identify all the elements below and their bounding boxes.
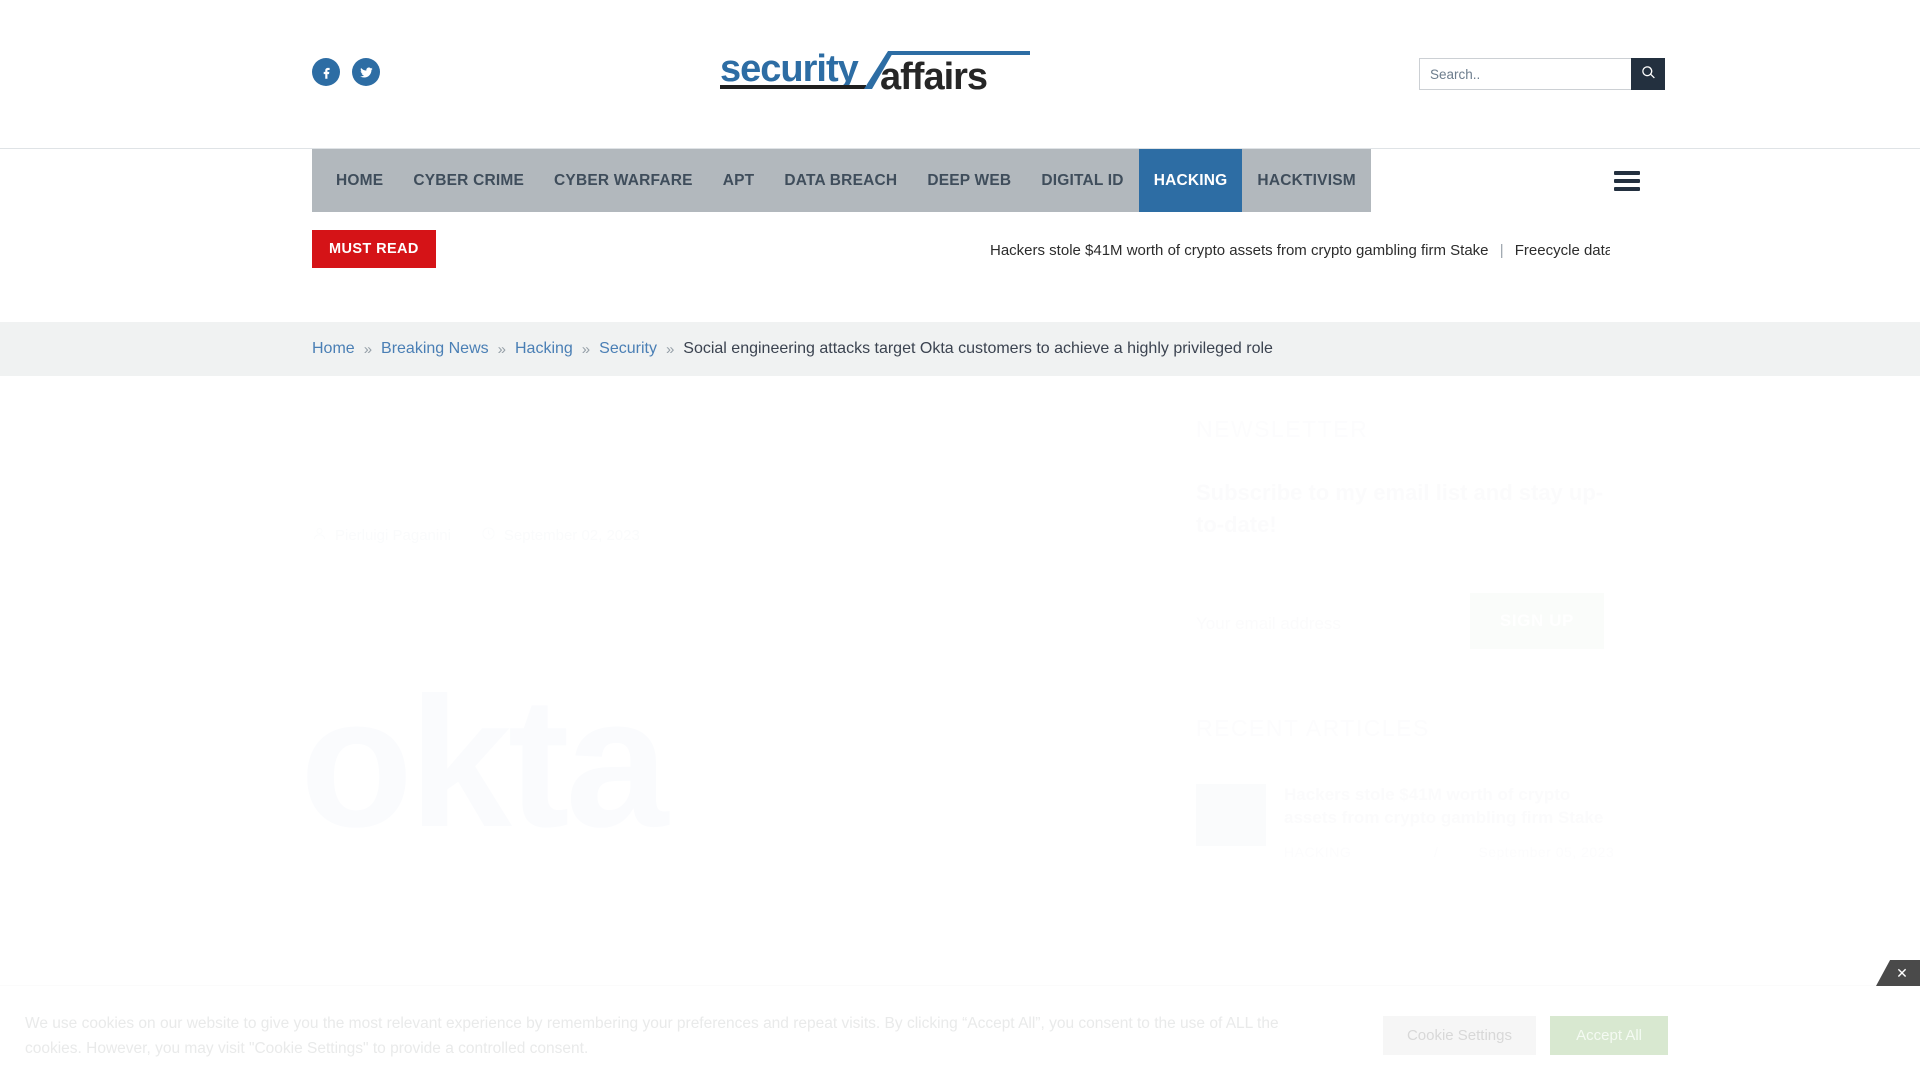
search-icon <box>1641 65 1656 83</box>
svg-text:security: security <box>720 48 859 90</box>
nav-bar: HOME CYBER CRIME CYBER WARFARE APT DATA … <box>312 149 1371 213</box>
hamburger-bar <box>1614 187 1640 191</box>
article-author: Pierluigi Paganini <box>312 526 451 545</box>
svg-text:okta: okta <box>300 676 671 846</box>
recent-article-date: September 05, 2023 <box>1478 843 1615 860</box>
page-content: Social engineering attacks target Okta c… <box>0 376 1920 1026</box>
breadcrumb-item-hacking[interactable]: Hacking <box>515 340 573 358</box>
facebook-icon[interactable] <box>312 58 340 86</box>
breadcrumb-separator: » <box>581 340 591 358</box>
breadcrumb-item-home[interactable]: Home <box>312 340 355 358</box>
hamburger-bar <box>1614 171 1640 175</box>
social-links <box>312 58 380 86</box>
nav-item-deep-web[interactable]: DEEP WEB <box>912 149 1026 213</box>
article-meta: Pierluigi Paganini September 02, 2023 <box>312 526 1102 545</box>
search-form <box>1419 58 1665 90</box>
nav-item-hacking[interactable]: HACKING <box>1138 149 1243 213</box>
site-header: security affairs <box>0 0 1920 148</box>
ticker-headlines: Hackers stole $41M worth of crypto asset… <box>990 242 1610 259</box>
ticker-separator: | <box>1499 242 1504 259</box>
breadcrumb-current: Social engineering attacks target Okta c… <box>683 340 1273 357</box>
nav-item-home[interactable]: HOME <box>312 149 398 213</box>
twitter-icon[interactable] <box>352 58 380 86</box>
breadcrumb-separator: » <box>665 340 675 358</box>
cookie-banner-text: We use cookies on our website to give yo… <box>25 1015 1279 1057</box>
user-icon <box>312 526 327 545</box>
newsletter-heading: NEWSLETTER <box>1196 416 1369 442</box>
article-column: Social engineering attacks target Okta c… <box>312 416 1102 545</box>
newsletter-subheading: Subscribe to my email list and stay up-t… <box>1196 480 1604 537</box>
must-read-ticker: MUST READ Hackers stole $41M worth of cr… <box>0 212 1920 322</box>
nav-item-cyber-warfare[interactable]: CYBER WARFARE <box>539 149 708 213</box>
nav-item-cyber-crime[interactable]: CYBER CRIME <box>398 149 539 213</box>
ticker-headline[interactable]: Hackers stole $41M worth of crypto asset… <box>990 242 1489 259</box>
nav-item-hacktivism[interactable]: HACKTIVISM <box>1242 149 1370 213</box>
recent-articles-heading: RECENT ARTICLES <box>1196 714 1430 741</box>
clock-icon <box>481 526 496 545</box>
nav-item-digital-id[interactable]: DIGITAL ID <box>1026 149 1138 213</box>
accept-all-button[interactable]: Accept All <box>1550 1016 1668 1055</box>
recent-article-body: Hackers stole $41M worth of crypto asset… <box>1284 784 1616 860</box>
breadcrumb: Home » Breaking News » Hacking » Securit… <box>0 322 1920 376</box>
hamburger-icon[interactable] <box>1614 171 1640 191</box>
article-author-name: Pierluigi Paganini <box>335 527 451 544</box>
breadcrumb-item-security[interactable]: Security <box>599 340 657 358</box>
newsletter-signup-button[interactable]: SIGN UP <box>1469 592 1604 649</box>
hamburger-bar <box>1614 179 1640 183</box>
newsletter-form: SIGN UP <box>1196 592 1616 655</box>
nav-item-data-breach[interactable]: DATA BREACH <box>769 149 912 213</box>
recent-article-meta: HACKING / September 05, 2023 <box>1284 844 1616 860</box>
list-item[interactable]: Hackers stole $41M worth of crypto asset… <box>1196 783 1616 860</box>
breadcrumb-item-breaking-news[interactable]: Breaking News <box>381 340 489 358</box>
breadcrumb-separator: » <box>497 340 506 358</box>
nav-item-apt[interactable]: APT <box>708 149 770 213</box>
search-input[interactable] <box>1419 58 1631 90</box>
recent-meta-separator: / <box>1434 843 1439 860</box>
svg-text:affairs: affairs <box>880 56 987 97</box>
cookie-consent-banner: ✕ We use cookies on our website to give … <box>0 960 1920 1080</box>
site-logo[interactable]: security affairs <box>720 45 1030 98</box>
ticker-headline[interactable]: Freecycle data <box>1515 242 1610 259</box>
sidebar: NEWSLETTER Subscribe to my email list an… <box>1196 416 1616 860</box>
main-navigation: HOME CYBER CRIME CYBER WARFARE APT DATA … <box>0 148 1920 213</box>
newsletter-email-input[interactable] <box>1196 592 1496 655</box>
page-title: Social engineering attacks target Okta c… <box>312 419 1054 491</box>
recent-article-category[interactable]: HACKING <box>1284 844 1434 860</box>
cookie-settings-button[interactable]: Cookie Settings <box>1382 1016 1536 1055</box>
article-date-text: September 02, 2023 <box>503 527 640 544</box>
breadcrumb-separator: » <box>363 340 373 358</box>
okta-logo-watermark: okta <box>300 660 940 866</box>
article-thumbnail <box>1196 783 1266 846</box>
search-button[interactable] <box>1631 58 1665 90</box>
must-read-badge[interactable]: MUST READ <box>312 230 436 268</box>
article-date: September 02, 2023 <box>481 526 640 545</box>
recent-article-title[interactable]: Hackers stole $41M worth of crypto asset… <box>1284 784 1616 830</box>
